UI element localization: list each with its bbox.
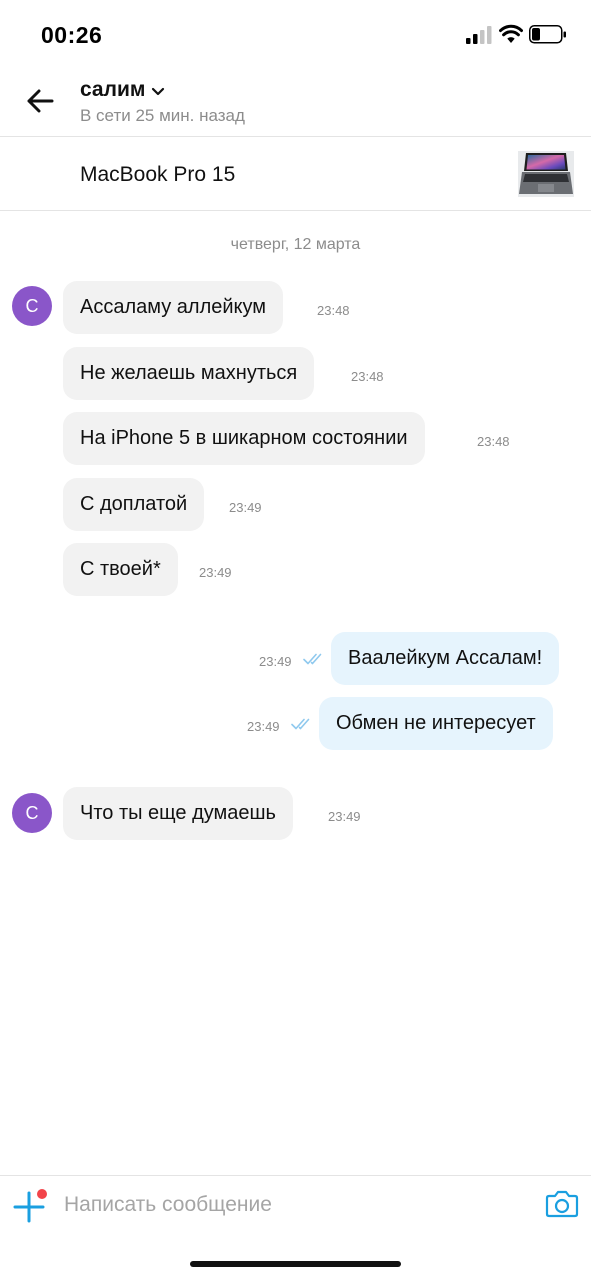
- double-check-icon: [303, 653, 322, 665]
- message-bubble-incoming[interactable]: С доплатой: [63, 478, 205, 531]
- avatar[interactable]: С: [12, 793, 52, 833]
- message-input[interactable]: [64, 1187, 524, 1223]
- message-text: Обмен не интересует: [336, 712, 536, 734]
- message-text: На iPhone 5 в шикарном состоянии: [80, 427, 408, 449]
- home-indicator: [190, 1261, 401, 1267]
- add-attachment-button[interactable]: [11, 1188, 49, 1226]
- message-text: Что ты еще думаешь: [80, 802, 276, 824]
- message-bubble-outgoing[interactable]: Обмен не интересует: [319, 697, 553, 750]
- product-title: MacBook Pro 15: [80, 163, 236, 186]
- contact-name-row[interactable]: салим: [80, 78, 245, 102]
- back-button[interactable]: [22, 84, 58, 118]
- message-bubble-incoming[interactable]: Не желаешь махнуться: [63, 347, 315, 400]
- signal-icon: [466, 26, 492, 44]
- message-bubble-incoming[interactable]: С твоей*: [63, 543, 178, 596]
- message-time: 23:48: [317, 303, 350, 318]
- message-time: 23:49: [247, 719, 280, 734]
- battery-icon: [529, 25, 566, 44]
- camera-icon[interactable]: [545, 1189, 579, 1219]
- wifi-icon: [499, 24, 523, 43]
- message-text: Ассаламу аллейкум: [80, 296, 267, 318]
- message-time: 23:49: [199, 565, 232, 580]
- contact-name: салим: [80, 78, 146, 101]
- message-time: 23:49: [229, 500, 262, 515]
- contact-info[interactable]: салим В сети 25 мин. назад: [80, 78, 245, 126]
- message-bubble-outgoing[interactable]: Ваалейкум Ассалам!: [331, 632, 560, 685]
- message-text: Ваалейкум Ассалам!: [348, 647, 543, 669]
- chat-header: салим В сети 25 мин. назад: [0, 70, 591, 137]
- message-time: 23:49: [259, 654, 292, 669]
- message-text: С твоей*: [80, 558, 161, 580]
- chevron-down-icon: [152, 87, 165, 95]
- message-time: 23:49: [328, 809, 361, 824]
- status-bar: 00:26: [0, 0, 591, 70]
- avatar[interactable]: С: [12, 286, 52, 326]
- arrow-left-icon: [27, 89, 54, 113]
- double-check-icon: [291, 718, 310, 730]
- message-time: 23:48: [351, 369, 384, 384]
- message-bubble-incoming[interactable]: Ассаламу аллейкум: [63, 281, 284, 334]
- message-text: Не желаешь махнуться: [80, 362, 298, 384]
- date-divider: четверг, 12 марта: [230, 236, 361, 253]
- notification-dot-icon: [37, 1189, 47, 1199]
- product-thumbnail[interactable]: [518, 151, 574, 197]
- message-composer: [0, 1175, 591, 1235]
- product-bar[interactable]: MacBook Pro 15: [0, 138, 591, 211]
- message-time: 23:48: [477, 434, 510, 449]
- message-text: С доплатой: [80, 493, 188, 515]
- message-bubble-incoming[interactable]: Что ты еще думаешь: [63, 787, 293, 840]
- contact-status: В сети 25 мин. назад: [80, 106, 245, 125]
- status-time: 00:26: [41, 22, 103, 48]
- message-bubble-incoming[interactable]: На iPhone 5 в шикарном состоянии: [63, 412, 425, 465]
